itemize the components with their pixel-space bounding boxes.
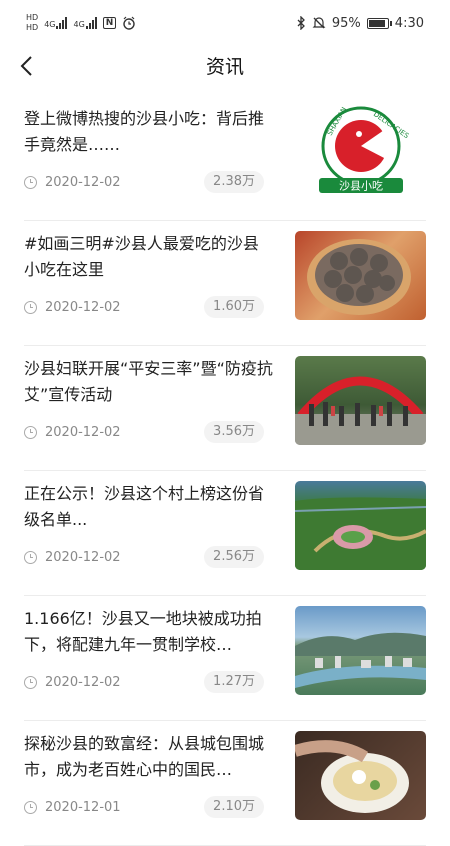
- signal-bars-icon: [56, 17, 68, 29]
- news-item[interactable]: 1.166亿！沙县又一地块被成功拍下，将配建九年一贯制学校… 2020-12-0…: [24, 596, 426, 721]
- news-date: 2020-12-02: [45, 174, 121, 190]
- battery-icon: [366, 17, 392, 29]
- view-count-badge: 3.56万: [204, 421, 264, 443]
- status-bar: HD HD 4G 4G N 95% 4:30: [0, 0, 450, 46]
- signal-bars-icon: [85, 17, 97, 29]
- news-title: 探秘沙县的致富经：从县城包围城市，成为老百姓心中的国民…: [24, 734, 265, 779]
- shaxian-logo: SHAXIAN DELICACIES 沙县小吃: [319, 106, 411, 193]
- clock-icon: [24, 800, 37, 814]
- news-meta: 2020-12-02 2.56万: [24, 546, 264, 568]
- logo-banner-text: 沙县小吃: [339, 180, 383, 193]
- clock-icon: [24, 425, 37, 439]
- hd-label-1: HD: [26, 13, 39, 22]
- clock-icon: [24, 550, 37, 564]
- news-thumbnail-event: [295, 356, 426, 445]
- header-bar: 资讯: [0, 46, 450, 86]
- news-item[interactable]: 探秘沙县的致富经：从县城包围城市，成为老百姓心中的国民… 2020-12-01 …: [24, 721, 426, 846]
- nfc-icon: N: [102, 17, 117, 29]
- news-thumbnail-food: [295, 731, 426, 820]
- clock-icon: [24, 300, 37, 314]
- news-title: 正在公示！沙县这个村上榜这份省级名单...: [24, 484, 265, 529]
- mute-bell-icon: [312, 17, 326, 29]
- clock-icon: [24, 675, 37, 689]
- clock-icon: [24, 175, 37, 189]
- news-item[interactable]: 登上微博热搜的沙县小吃：背后推手竟然是…… 2020-12-02 2.38万 S…: [24, 96, 426, 221]
- signal-2: 4G: [73, 17, 97, 29]
- clock-time: 4:30: [394, 15, 424, 31]
- news-thumbnail-city: [295, 606, 426, 695]
- news-item[interactable]: #如画三明#沙县人最爱吃的沙县小吃在这里 2020-12-02 1.60万: [24, 221, 426, 346]
- food-bowl-photo: [295, 740, 409, 813]
- battery-percent: 95%: [331, 15, 361, 31]
- view-count-badge: 1.27万: [204, 671, 264, 693]
- news-title: 1.166亿！沙县又一地块被成功拍下，将配建九年一贯制学校…: [24, 609, 262, 654]
- news-meta: 2020-12-01 2.10万: [24, 796, 264, 818]
- news-meta: 2020-12-02 1.27万: [24, 671, 264, 693]
- view-count-badge: 2.38万: [204, 171, 264, 193]
- news-thumbnail-dumplings: [295, 231, 426, 320]
- news-thumbnail-logo: SHAXIAN DELICACIES 沙县小吃: [295, 106, 426, 195]
- news-date: 2020-12-02: [45, 674, 121, 690]
- view-count-badge: 2.56万: [204, 546, 264, 568]
- dumplings-image: [307, 239, 411, 315]
- event-photo: [295, 376, 426, 445]
- page-title: 资讯: [205, 56, 244, 78]
- hd-label-2: HD: [26, 23, 39, 32]
- news-meta: 2020-12-02 2.38万: [24, 171, 264, 193]
- news-title: #如画三明#沙县人最爱吃的沙县小吃在这里: [24, 234, 259, 279]
- news-date: 2020-12-02: [45, 299, 121, 315]
- city-aerial-photo: [295, 632, 426, 688]
- news-title: 沙县妇联开展“平安三率”暨“防疫抗艾”宣传活动: [24, 359, 273, 404]
- signal-1: 4G: [44, 17, 68, 29]
- network-type-icons: HD HD: [26, 14, 38, 32]
- status-left: HD HD 4G 4G N: [26, 14, 136, 32]
- news-item[interactable]: 正在公示！沙县这个村上榜这份省级名单... 2020-12-02 2.56万: [24, 471, 426, 596]
- network-label-1: 4G: [44, 20, 56, 29]
- bluetooth-icon: [297, 16, 305, 30]
- village-aerial-photo: [295, 497, 426, 570]
- news-date: 2020-12-02: [45, 424, 121, 440]
- view-count-badge: 2.10万: [204, 796, 264, 818]
- news-meta: 2020-12-02 3.56万: [24, 421, 264, 443]
- alarm-icon: [123, 16, 136, 30]
- news-list: 登上微博热搜的沙县小吃：背后推手竟然是…… 2020-12-02 2.38万 S…: [0, 96, 450, 846]
- news-title: 登上微博热搜的沙县小吃：背后推手竟然是……: [24, 109, 265, 154]
- news-date: 2020-12-01: [45, 799, 121, 815]
- status-right: 95% 4:30: [296, 16, 424, 31]
- news-item[interactable]: 沙县妇联开展“平安三率”暨“防疫抗艾”宣传活动 2020-12-02 3.56万: [24, 346, 426, 471]
- view-count-badge: 1.60万: [204, 296, 264, 318]
- news-date: 2020-12-02: [45, 549, 121, 565]
- news-meta: 2020-12-02 1.60万: [24, 296, 264, 318]
- news-thumbnail-village: [295, 481, 426, 570]
- network-label-2: 4G: [73, 20, 85, 29]
